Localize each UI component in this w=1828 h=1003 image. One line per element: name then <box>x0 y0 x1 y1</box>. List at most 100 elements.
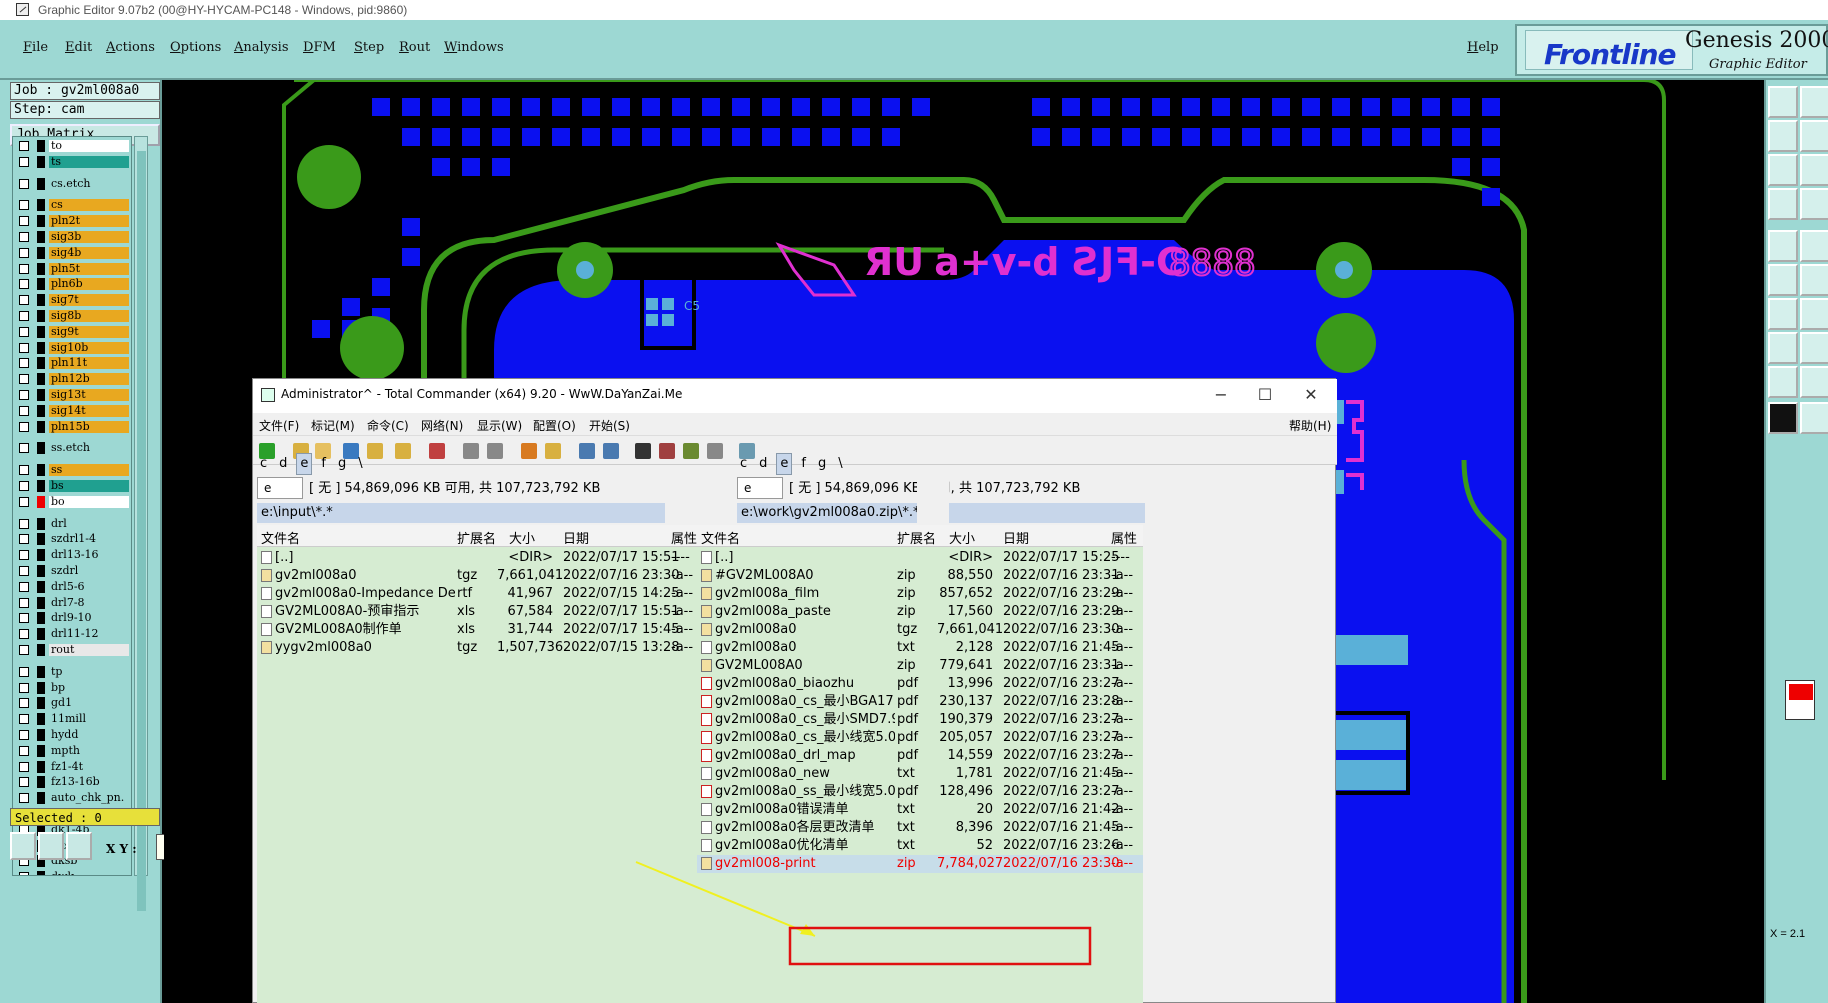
layer-checkbox[interactable] <box>19 390 29 400</box>
select-icon[interactable] <box>429 443 445 459</box>
tool-zoom[interactable] <box>1768 154 1798 186</box>
layer-checkbox[interactable] <box>19 358 29 369</box>
layer-name[interactable]: dwk <box>49 871 129 875</box>
layer-checkbox[interactable] <box>19 534 29 545</box>
layer-row[interactable]: bs <box>13 479 131 493</box>
drive-root[interactable]: \ <box>355 454 365 474</box>
file-row[interactable]: gv2ml008a_paste zip 17,560 2022/07/16 23:29… <box>697 603 1143 621</box>
file-row[interactable]: yygv2ml008a0 tgz 1,507,736 2022/07/15 13:28… <box>257 639 703 657</box>
drive-c[interactable]: c <box>737 454 750 474</box>
drive-root[interactable]: \ <box>835 454 845 474</box>
layer-row[interactable]: mpth <box>13 744 131 758</box>
layer-swatch[interactable] <box>37 612 45 625</box>
layer-name[interactable]: fz1-4t <box>49 760 129 773</box>
layer-row[interactable]: bo <box>13 495 131 509</box>
col-name[interactable]: 文件名 <box>261 528 300 547</box>
menu-edit[interactable]: Edit <box>65 40 92 55</box>
layer-checkbox[interactable] <box>19 550 29 561</box>
layer-checkbox[interactable] <box>19 295 29 306</box>
menu-analysis[interactable]: Analysis <box>234 40 289 55</box>
layer-checkbox[interactable] <box>19 326 29 337</box>
unpack-icon[interactable] <box>545 443 561 459</box>
layer-checkbox[interactable] <box>19 481 29 491</box>
layer-checkbox[interactable] <box>19 200 29 211</box>
layer-swatch[interactable] <box>37 713 45 726</box>
layer-swatch[interactable] <box>37 580 45 593</box>
layer-name[interactable]: szdrl <box>49 565 129 577</box>
drive-f[interactable]: f <box>798 454 809 474</box>
drive-g[interactable]: g <box>815 454 829 474</box>
ftp-icon[interactable] <box>579 443 595 459</box>
layer-swatch[interactable] <box>37 325 45 338</box>
layer-checkbox[interactable] <box>19 761 29 772</box>
col-ext[interactable]: 扩展名 <box>457 528 496 547</box>
layer-name[interactable]: to <box>49 140 129 152</box>
menu-actions[interactable]: Actions <box>106 40 155 55</box>
right-drive-combo[interactable]: e <box>737 477 783 499</box>
layer-swatch[interactable] <box>37 231 45 243</box>
tc-menu-config[interactable]: 配置(O) <box>533 417 576 434</box>
tool-pan[interactable] <box>1800 154 1828 186</box>
layer-checkbox[interactable] <box>19 730 29 740</box>
file-row[interactable]: gv2ml008a0_biaozhu pdf 13,996 2022/07/16 23… <box>697 675 1143 693</box>
layer-row[interactable]: pln15b <box>13 420 131 434</box>
layer-name[interactable]: cs.etch <box>49 177 129 190</box>
col-size[interactable]: 大小 <box>509 528 535 547</box>
layer-checkbox[interactable] <box>19 645 29 655</box>
layer-swatch[interactable] <box>37 517 45 530</box>
layer-row[interactable]: sig13t <box>13 388 131 402</box>
layer-checkbox[interactable] <box>19 443 29 454</box>
layer-checkbox[interactable] <box>19 311 29 321</box>
layer-checkbox[interactable] <box>19 629 29 640</box>
tc-menu-command[interactable]: 命令(C) <box>367 417 409 434</box>
select-tool-button[interactable] <box>10 832 36 860</box>
layer-row[interactable]: drl11-12 <box>13 627 131 641</box>
layer-row[interactable]: pln5t <box>13 262 131 276</box>
file-row[interactable]: gv2ml008a0各层更改清单 txt 8,396 2022/07/16 21:45… <box>697 819 1143 837</box>
drive-e[interactable]: e <box>776 453 793 475</box>
tool-select-arrow[interactable] <box>1768 402 1798 434</box>
forward-icon[interactable] <box>487 443 503 459</box>
drive-e[interactable]: e <box>296 453 313 475</box>
layer-name[interactable]: pln11t <box>49 357 129 370</box>
rename-icon[interactable] <box>659 443 675 459</box>
layer-row[interactable]: szdrl <box>13 564 131 578</box>
layer-row[interactable]: cs.etch <box>13 177 131 191</box>
tool-move[interactable] <box>1800 230 1828 262</box>
layer-row[interactable]: pln6b <box>13 277 131 291</box>
left-path[interactable]: e:\input\*.* <box>257 503 665 523</box>
layer-row[interactable]: gd1 <box>13 696 131 710</box>
compare-icon[interactable] <box>707 443 723 459</box>
maximize-icon[interactable]: ☐ <box>1255 385 1275 405</box>
layer-checkbox[interactable] <box>19 156 29 167</box>
layer-name[interactable]: drl5-6 <box>49 580 129 593</box>
tool-frame[interactable] <box>1800 86 1828 118</box>
layer-name[interactable]: sig13t <box>49 389 129 401</box>
layer-swatch[interactable] <box>37 215 45 228</box>
file-row[interactable]: gv2ml008a0 tgz 7,661,041 2022/07/16 23:30 -a… <box>257 567 703 585</box>
layer-name[interactable]: drl11-12 <box>49 628 129 641</box>
layer-row[interactable]: sig8b <box>13 309 131 323</box>
layer-row[interactable]: dwk <box>13 870 131 875</box>
layer-swatch[interactable] <box>37 278 45 291</box>
drive-c[interactable]: c <box>257 454 270 474</box>
layer-name[interactable]: mpth <box>49 744 129 757</box>
layer-name[interactable]: pln2t <box>49 215 129 228</box>
layer-checkbox[interactable] <box>19 581 29 592</box>
layer-swatch[interactable] <box>37 644 45 656</box>
left-drive-combo[interactable]: e <box>257 477 303 499</box>
file-row[interactable]: gv2ml008a0_cs_最小SMD7.9 pdf 190,379 2022/07/… <box>697 711 1143 729</box>
layer-row[interactable]: drl7-8 <box>13 596 131 610</box>
minimize-icon[interactable]: − <box>1211 385 1231 405</box>
drive-g[interactable]: g <box>335 454 349 474</box>
layer-swatch[interactable] <box>37 697 45 710</box>
layer-swatch[interactable] <box>37 199 45 212</box>
layer-swatch[interactable] <box>37 373 45 386</box>
tc-menu-help[interactable]: 帮助(H) <box>1289 417 1331 434</box>
layer-checkbox[interactable] <box>19 745 29 756</box>
tc-menu-show[interactable]: 显示(W) <box>477 417 522 434</box>
layer-checkbox[interactable] <box>19 421 29 432</box>
invert-icon[interactable] <box>395 443 411 459</box>
file-row[interactable]: #GV2ML008A0 zip 88,550 2022/07/16 23:31 -a-- <box>697 567 1143 585</box>
layer-row[interactable]: pln11t <box>13 356 131 370</box>
